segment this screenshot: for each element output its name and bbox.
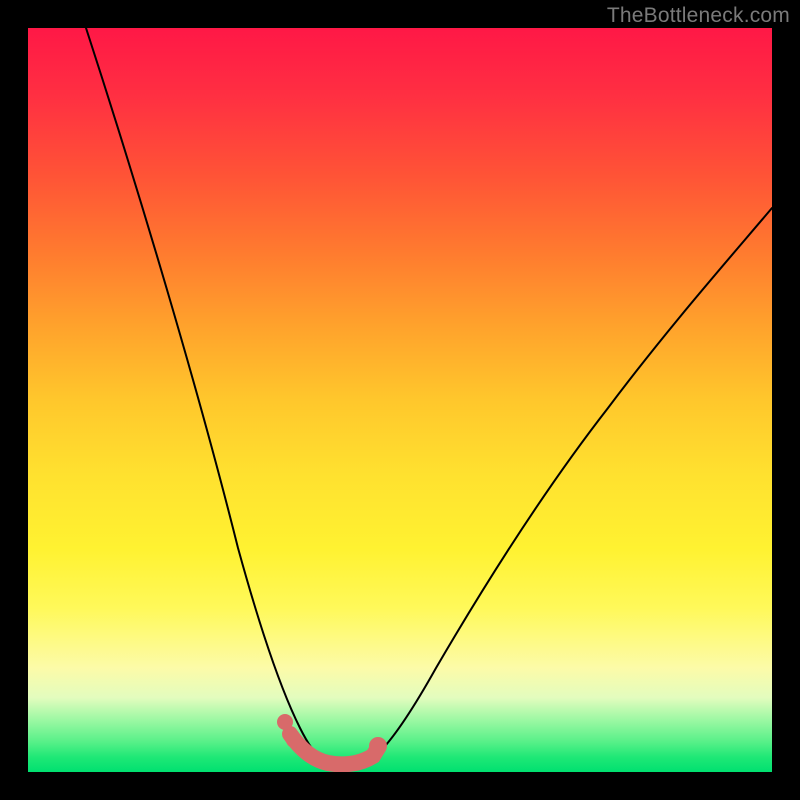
highlight-dot-upper <box>277 714 293 730</box>
watermark-text: TheBottleneck.com <box>607 4 790 28</box>
curve-right-arm <box>373 208 772 758</box>
chart-frame: TheBottleneck.com <box>0 0 800 800</box>
highlight-dot-lower <box>286 732 302 748</box>
highlight-dot-right <box>369 737 387 755</box>
curve-left-arm <box>86 28 321 758</box>
curve-layer <box>28 28 772 772</box>
valley-highlight <box>290 734 378 764</box>
plot-area <box>28 28 772 772</box>
